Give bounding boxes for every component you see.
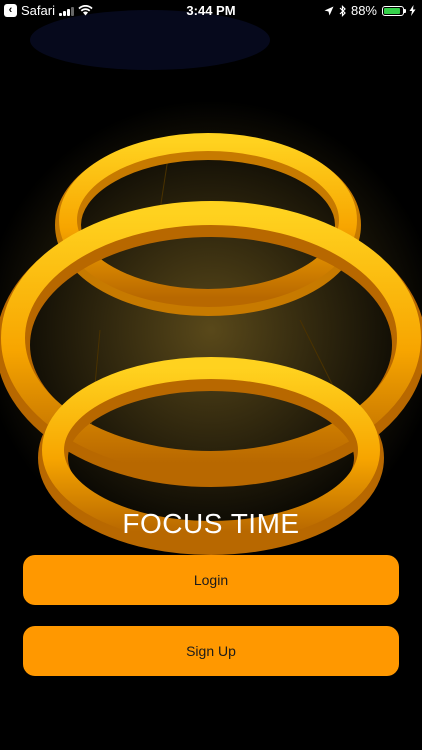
- battery-percent: 88%: [350, 3, 377, 18]
- status-bar-right: 88%: [324, 3, 416, 18]
- app-screen: ‹ Safari 3:44 PM 88% FOCUS TIME Login Si…: [0, 0, 422, 750]
- app-title: FOCUS TIME: [122, 508, 300, 539]
- sign-up-button-label: Sign Up: [186, 643, 236, 659]
- sign-up-button[interactable]: Sign Up: [23, 626, 399, 676]
- location-arrow-icon: [324, 6, 334, 15]
- battery-nub: [404, 8, 406, 13]
- login-button-label: Login: [193, 572, 229, 588]
- charging-bolt-icon: [409, 5, 416, 16]
- bluetooth-icon: [339, 4, 346, 17]
- battery-icon: [382, 5, 406, 16]
- login-button[interactable]: Login: [23, 555, 399, 605]
- battery-fill: [384, 7, 400, 14]
- status-bar: ‹ Safari 3:44 PM 88%: [0, 0, 422, 22]
